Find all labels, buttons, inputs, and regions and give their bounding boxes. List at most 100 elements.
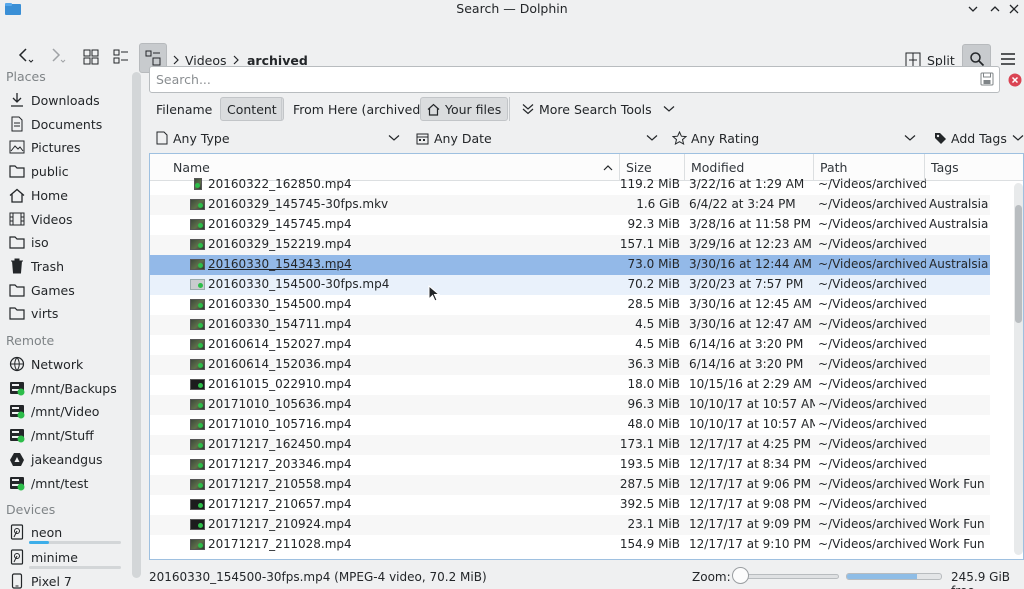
content-search-toggle[interactable]: Content [220,97,284,121]
file-row[interactable]: 20160330_154343.mp4 73.0 MiB 3/30/16 at 12… [150,255,990,275]
file-path-cell: ~/Videos/archived [818,177,926,191]
save-search-icon[interactable] [980,72,994,86]
video-thumbnail-icon [190,219,205,230]
sidebar-item-mnt-video[interactable]: /mnt/Video [0,400,128,422]
file-row[interactable]: 20171217_210924.mp4 23.1 MiB 12/17/17 at 9… [150,515,990,535]
file-row[interactable]: 20171217_210657.mp4 392.5 MiB 12/17/17 at … [150,495,990,515]
file-name-label: 20171217_210924.mp4 [208,517,352,531]
file-row[interactable]: 20160329_145745-30fps.mkv 1.6 GiB 6/4/22 a… [150,195,990,215]
file-row[interactable]: 20160330_154711.mp4 4.5 MiB 3/30/16 at 12:… [150,315,990,335]
toolbar: Videos archived Split [0,18,1024,74]
sidebar-item-videos[interactable]: Videos [0,208,128,230]
file-tags-cell: Work Fun [929,477,985,491]
forward-button[interactable] [44,42,68,68]
file-row[interactable]: 20160614_152036.mp4 36.3 MiB 6/14/16 at 3:… [150,355,990,375]
window-title: Search — Dolphin [456,1,568,16]
double-chevron-down-icon [522,104,534,115]
sidebar-item-network[interactable]: Network [0,353,128,375]
sidebar-item-iso[interactable]: iso [0,231,128,253]
sidebar-item-mnt-stuff[interactable]: /mnt/Stuff [0,424,128,446]
file-row[interactable]: 20171217_210558.mp4 287.5 MiB 12/17/17 at … [150,475,990,495]
back-button[interactable] [10,42,38,68]
sidebar-item-mnt-test[interactable]: /mnt/test [0,472,128,494]
file-size-cell: 154.9 MiB [619,537,680,551]
file-row[interactable]: 20160614_152027.mp4 4.5 MiB 6/14/16 at 3:2… [150,335,990,355]
file-name-label: 20171217_210657.mp4 [208,497,352,511]
file-row[interactable]: 20171217_211028.mp4 154.9 MiB 12/17/17 at … [150,535,990,555]
file-size-cell: 119.2 MiB [619,177,680,191]
file-size-cell: 73.0 MiB [627,257,680,271]
chevron-down-icon [1012,135,1024,141]
file-row[interactable]: 20160330_154500.mp4 28.5 MiB 3/30/16 at 12… [150,295,990,315]
sidebar-item-neon[interactable]: neon [0,521,128,544]
file-name-label: 20171010_105716.mp4 [208,417,352,431]
file-list-scrollbar[interactable] [1014,183,1023,555]
date-filter-label: Any Date [434,130,492,146]
file-name-label: 20160329_145745-30fps.mkv [208,197,389,211]
sidebar-item-pictures[interactable]: Pictures [0,136,128,158]
file-name-cell: 20171010_105636.mp4 [208,397,618,411]
zoom-slider-handle[interactable] [732,567,749,584]
type-filter-dropdown[interactable]: Any Type [156,128,402,148]
zoom-slider[interactable] [737,574,839,579]
sidebar-item-label: /mnt/Stuff [31,427,94,443]
sidebar-item-virts[interactable]: virts [0,302,128,324]
sidebar-item-documents[interactable]: Documents [0,113,128,135]
divider [509,97,510,121]
folder-icon [8,162,26,180]
file-size-cell: 92.3 MiB [627,217,680,231]
file-row[interactable]: 20171217_162450.mp4 173.1 MiB 12/17/17 at … [150,435,990,455]
minimize-icon[interactable] [964,0,982,18]
file-tags-cell: Work Fun [929,517,985,531]
sidebar-item-label: Pictures [31,139,81,155]
trash-icon [8,257,26,275]
sidebar-item-trash[interactable]: Trash [0,255,128,277]
download-icon [8,91,26,109]
file-row[interactable]: 20161015_022910.mp4 18.0 MiB 10/15/16 at 2… [150,375,990,395]
file-size-cell: 28.5 MiB [627,297,680,311]
sidebar-item-jakeandgus[interactable]: jakeandgus [0,448,128,470]
close-window-icon[interactable] [1005,0,1023,18]
sidebar-item-mnt-backups[interactable]: /mnt/Backups [0,377,128,399]
file-row[interactable]: 20171010_105716.mp4 48.0 MiB 10/10/17 at 1… [150,415,990,435]
breadcrumb-separator-icon [172,54,180,66]
from-here-toggle[interactable]: From Here (archived) [287,97,431,121]
file-row[interactable]: 20160329_145745.mp4 92.3 MiB 3/28/16 at 11… [150,215,990,235]
date-filter-dropdown[interactable]: Any Date [416,128,660,148]
file-row[interactable]: 20160322_162850.mp4 119.2 MiB 3/22/16 at 1… [150,175,990,195]
file-modified-cell: 10/10/17 at 10:57 AM [689,417,815,431]
search-input[interactable] [150,67,950,92]
sidebar-scrollbar[interactable] [132,72,141,578]
sidebar-item-public[interactable]: public [0,160,128,182]
chevron-down-icon [904,135,916,141]
file-row[interactable]: 20160329_152219.mp4 157.1 MiB 3/29/16 at 1… [150,235,990,255]
file-name-cell: 20171217_210924.mp4 [208,517,618,531]
your-files-toggle[interactable]: Your files [420,97,509,121]
maximize-icon[interactable] [986,0,1004,18]
video-thumbnail-icon [190,359,205,370]
video-thumbnail-icon [190,299,205,310]
sidebar-item-downloads[interactable]: Downloads [0,89,128,111]
sidebar-item-minime[interactable]: minime [0,546,128,569]
sidebar-item-games[interactable]: Games [0,279,128,301]
file-name-label: 20160330_154500-30fps.mp4 [208,277,390,291]
filename-search-toggle[interactable]: Filename [150,97,218,121]
more-search-tools-button[interactable]: More Search Tools [516,97,681,121]
tag-icon [935,132,946,144]
places-panel: Places Downloads Documents Pictures public Ho… [0,66,128,589]
sidebar-item-pixel-7[interactable]: Pixel 7 [0,570,128,589]
sidebar-item-home[interactable]: Home [0,184,128,206]
video-icon [8,210,26,228]
file-path-cell: ~/Videos/archived [818,497,926,511]
network-drive-icon [8,426,26,444]
rating-filter-dropdown[interactable]: Any Rating [672,128,918,148]
file-row[interactable]: 20171217_203346.mp4 193.5 MiB 12/17/17 at … [150,455,990,475]
file-row[interactable]: 20160330_154500-30fps.mp4 70.2 MiB 3/20/23… [150,275,990,295]
video-thumbnail-icon [190,239,205,250]
file-name-label: 20171217_162450.mp4 [208,437,352,451]
add-tags-dropdown[interactable]: Add Tags [934,128,1024,148]
file-path-cell: ~/Videos/archived [818,437,926,451]
video-thumbnail-icon [190,379,205,390]
close-search-icon[interactable] [1008,73,1022,87]
file-row[interactable]: 20171010_105636.mp4 96.3 MiB 10/10/17 at 1… [150,395,990,415]
